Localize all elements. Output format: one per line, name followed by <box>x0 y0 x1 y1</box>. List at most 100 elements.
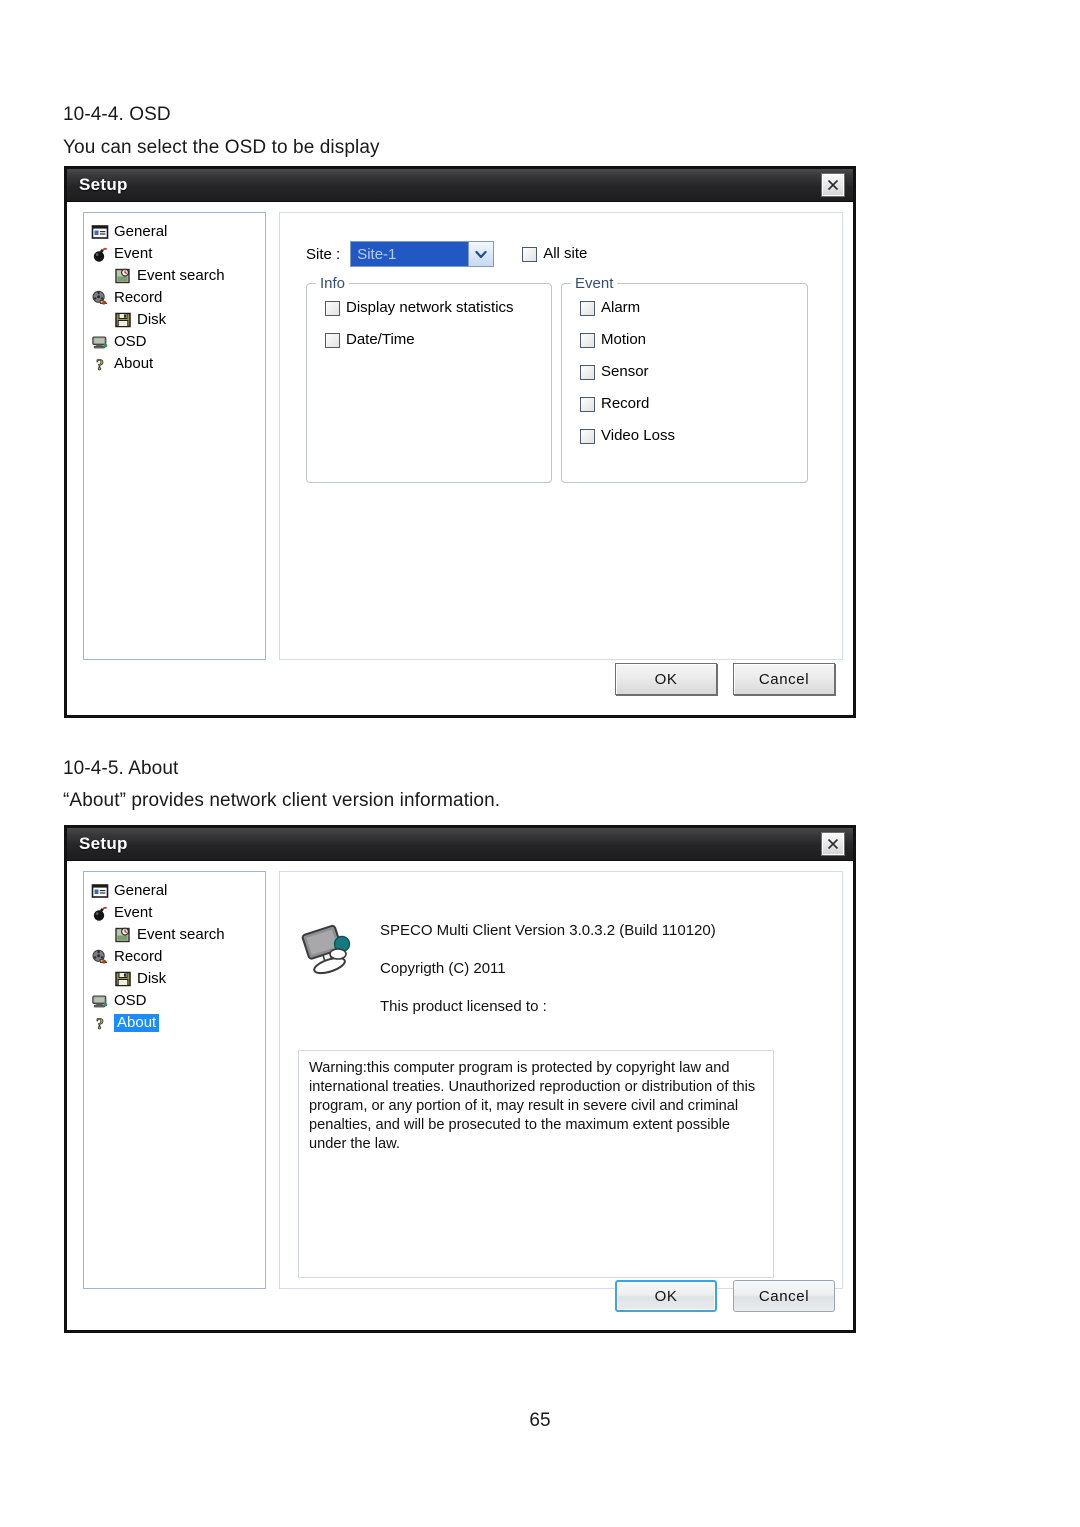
sidebar-item-osd[interactable]: OSD <box>88 990 261 1012</box>
sidebar-item-label: Record <box>114 289 163 306</box>
sidebar-item-label: Disk <box>137 970 167 987</box>
site-selector-row: Site : Site-1 All site <box>306 241 587 267</box>
about-version-text: SPECO Multi Client Version 3.0.3.2 (Buil… <box>380 922 716 939</box>
checkbox-record[interactable]: Record <box>580 396 807 412</box>
site-select[interactable]: Site-1 <box>350 241 495 267</box>
dialog-title: Setup <box>79 834 128 853</box>
floppy-disk-icon <box>114 970 132 988</box>
sidebar-item-osd[interactable]: OSD <box>88 331 261 353</box>
about-copyright-text: Copyrigth (C) 2011 <box>380 960 506 977</box>
sidebar-item-general[interactable]: General <box>88 880 261 902</box>
checkbox-box <box>580 300 595 316</box>
about-version-lines: SPECO Multi Client Version 3.0.3.2 (Buil… <box>380 922 810 1036</box>
setup-nav-tree: General Event Event search Record Disk O… <box>83 212 266 660</box>
event-group: Event Alarm Motion Sensor Record Video L… <box>561 275 808 483</box>
monitor-product-icon <box>298 920 360 982</box>
close-icon[interactable] <box>821 832 845 856</box>
section-heading-osd: 10-4-4. OSD <box>63 104 171 125</box>
about-warning-text: Warning:this computer program is protect… <box>309 1060 756 1152</box>
checkbox-box <box>580 428 595 444</box>
section-paragraph-osd: You can select the OSD to be display <box>63 137 380 158</box>
sidebar-item-about[interactable]: ? About <box>88 1012 261 1034</box>
sidebar-item-disk[interactable]: Disk <box>88 968 261 990</box>
checkbox-motion[interactable]: Motion <box>580 332 807 348</box>
checkbox-box <box>325 300 340 316</box>
cancel-button[interactable]: Cancel <box>733 663 835 695</box>
sidebar-item-label: OSD <box>114 333 147 350</box>
checkbox-label: Display network statistics <box>346 299 514 316</box>
checkbox-alarm[interactable]: Alarm <box>580 300 807 316</box>
sidebar-item-label: General <box>114 223 168 240</box>
checkbox-display-network-statistics[interactable]: Display network statistics <box>325 300 551 316</box>
search-clipboard-icon <box>114 267 132 285</box>
sidebar-item-event[interactable]: Event <box>88 243 261 265</box>
sidebar-item-event-search[interactable]: Event search <box>88 265 261 287</box>
dialog-button-row: OK Cancel <box>615 1280 835 1312</box>
event-group-legend: Event <box>571 275 618 292</box>
sidebar-item-label: About <box>114 355 154 372</box>
setup-dialog-osd: Setup General Event Event search Record … <box>64 166 856 718</box>
osd-settings-panel: Site : Site-1 All site Info Display netw… <box>279 212 843 660</box>
ok-button[interactable]: OK <box>615 663 717 695</box>
sidebar-item-event[interactable]: Event <box>88 902 261 924</box>
sidebar-item-disk[interactable]: Disk <box>88 309 261 331</box>
monitor-icon <box>91 992 109 1010</box>
info-group: Info Display network statistics Date/Tim… <box>306 275 552 483</box>
question-mark-icon: ? <box>91 1014 109 1034</box>
sidebar-item-event-search[interactable]: Event search <box>88 924 261 946</box>
checkbox-label: Date/Time <box>346 331 415 348</box>
floppy-disk-icon <box>114 311 132 329</box>
all-site-checkbox[interactable]: All site <box>522 246 587 262</box>
dialog-button-row: OK Cancel <box>615 663 835 695</box>
search-clipboard-icon <box>114 926 132 944</box>
checkbox-box <box>580 396 595 412</box>
setup-nav-tree: General Event Event search Record Disk O… <box>83 871 266 1289</box>
ok-button[interactable]: OK <box>615 1280 717 1312</box>
sidebar-item-label: Event <box>114 245 153 262</box>
bomb-icon <box>91 904 109 922</box>
id-card-icon <box>91 223 109 241</box>
sidebar-item-label: Event search <box>137 926 225 943</box>
checkbox-sensor[interactable]: Sensor <box>580 364 807 380</box>
dialog-title: Setup <box>79 175 128 194</box>
sidebar-item-record[interactable]: Record <box>88 946 261 968</box>
question-mark-icon: ? <box>91 355 109 375</box>
close-icon[interactable] <box>821 173 845 197</box>
setup-dialog-about: Setup General Event Event search Record … <box>64 825 856 1333</box>
section-paragraph-about: “About” provides network client version … <box>63 790 501 811</box>
about-license-text: This product licensed to : <box>380 998 547 1015</box>
dialog-titlebar: Setup <box>67 828 853 861</box>
svg-text:?: ? <box>96 357 104 373</box>
sidebar-item-label: General <box>114 882 168 899</box>
id-card-icon <box>91 882 109 900</box>
monitor-icon <box>91 333 109 351</box>
film-reel-icon <box>91 289 109 307</box>
checkbox-date-time[interactable]: Date/Time <box>325 332 551 348</box>
sidebar-item-general[interactable]: General <box>88 221 261 243</box>
chevron-down-icon[interactable] <box>468 242 494 266</box>
info-group-legend: Info <box>316 275 350 292</box>
sidebar-item-record[interactable]: Record <box>88 287 261 309</box>
checkbox-label: Video Loss <box>601 427 675 444</box>
sidebar-item-label: Record <box>114 948 163 965</box>
all-site-label: All site <box>543 245 588 262</box>
dialog-body: General Event Event search Record Disk O… <box>67 202 853 715</box>
sidebar-item-label: Event search <box>137 267 225 284</box>
page-number: 65 <box>529 1410 551 1431</box>
cancel-button[interactable]: Cancel <box>733 1280 835 1312</box>
about-warning-box: Warning:this computer program is protect… <box>298 1050 774 1278</box>
sidebar-item-about[interactable]: ? About <box>88 353 261 375</box>
sidebar-item-label: About <box>114 1014 160 1032</box>
checkbox-box <box>325 332 340 348</box>
checkbox-label: Sensor <box>601 363 649 380</box>
checkbox-box <box>580 332 595 348</box>
film-reel-icon <box>91 948 109 966</box>
sidebar-item-label: OSD <box>114 992 147 1009</box>
dialog-body: General Event Event search Record Disk O… <box>67 861 853 1330</box>
sidebar-item-label: Disk <box>137 311 167 328</box>
bomb-icon <box>91 245 109 263</box>
checkbox-video-loss[interactable]: Video Loss <box>580 428 807 444</box>
site-label: Site : <box>306 245 341 263</box>
site-select-value: Site-1 <box>351 242 469 266</box>
about-panel: SPECO Multi Client Version 3.0.3.2 (Buil… <box>279 871 843 1289</box>
